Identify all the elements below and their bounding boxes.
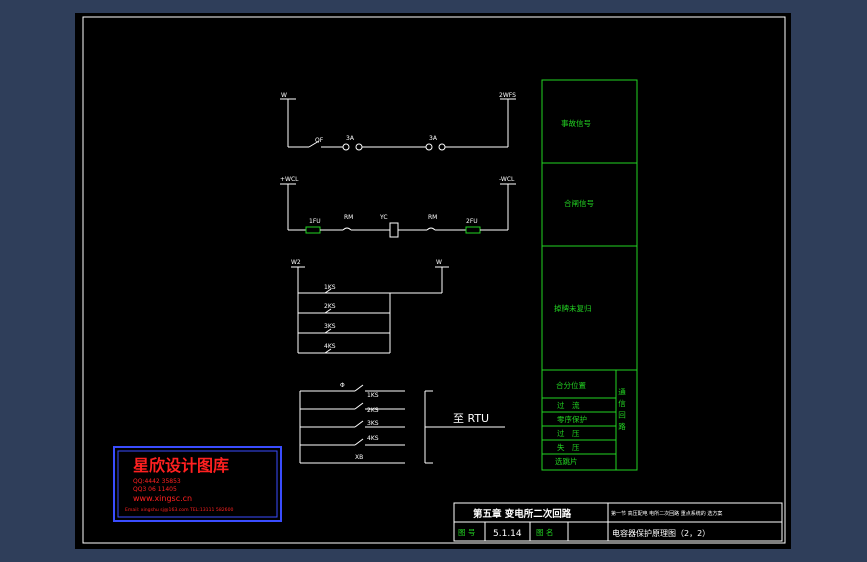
drawing-sheet[interactable]: W 2WFS QF 3A 3A +WCL -WCL 1FU RM YC RM 2… <box>75 13 791 549</box>
fuse-left <box>305 226 321 234</box>
fuse-label: 1FU <box>309 218 321 225</box>
legend-sub-item: 过 流 <box>557 400 580 410</box>
watermark-email: Email: xingshu sj@163.com TEL:13111 5826… <box>125 507 234 513</box>
circuit-1: W 2WFS QF 3A 3A <box>280 92 516 151</box>
contact-label: 2KS <box>367 407 379 414</box>
drawing-name-label: 图 名 <box>536 527 553 537</box>
legend-item: 合闸信号 <box>564 198 594 208</box>
contact-label: RM <box>428 214 437 221</box>
rtu-label: 至 RTU <box>453 412 489 425</box>
bus-label: 2WFS <box>499 92 516 99</box>
contact-label: 3KS <box>367 420 379 427</box>
chapter-title: 第五章 变电所二次回路 <box>473 508 572 520</box>
legend-item: 事故信号 <box>561 118 591 128</box>
watermark-line: QQ:4442 35853 <box>133 478 181 485</box>
watermark-title: 星欣设计图库 <box>133 456 229 475</box>
cad-viewport[interactable]: W 2WFS QF 3A 3A +WCL -WCL 1FU RM YC RM 2… <box>0 0 867 562</box>
fuse-label: 3A <box>346 135 355 142</box>
bus-label: W <box>281 92 287 99</box>
contact-label: RM <box>344 214 353 221</box>
legend-item: 合分位置 <box>556 380 586 390</box>
contact-label: 4KS <box>367 435 379 442</box>
bus-label: W2 <box>291 259 301 266</box>
terminal-2 <box>355 143 363 151</box>
bus-label: +WCL <box>280 176 299 183</box>
drawing-no-label: 图 号 <box>458 528 475 537</box>
contact-label: 2KS <box>324 303 336 310</box>
contact-label: 4KS <box>324 343 336 350</box>
contact-label: 3KS <box>324 323 336 330</box>
contact-left <box>342 227 352 231</box>
fuse-label: 2FU <box>466 218 478 225</box>
bus-label: -WCL <box>499 176 515 183</box>
watermark: 星欣设计图库 QQ:4442 35853 QQ3 06 11405 www.xi… <box>113 446 282 522</box>
legend-sub-item: 选跳片 <box>555 456 578 466</box>
bus-label: W <box>436 259 442 266</box>
terminal-4 <box>438 143 446 151</box>
breaker-label: QF <box>315 137 324 144</box>
circuit-3: W2 W 1KS 2KS 3KS 4KS <box>291 259 449 354</box>
watermark-website: www.xingsc.cn <box>133 494 192 503</box>
section-title: 第一节 高压配电 电所二次回路 重点系统的 选方案 <box>611 510 722 517</box>
closing-coil <box>389 222 399 238</box>
watermark-line: QQ3 06 11405 <box>133 486 177 493</box>
legend-sub-item: 过 压 <box>557 428 580 438</box>
legend-item: 掉牌未复归 <box>554 303 592 313</box>
legend-group-label: 通信回路 <box>617 387 626 434</box>
legend-sub-item: 零序保护 <box>557 414 587 424</box>
contact-right <box>426 227 436 231</box>
legend-table: 事故信号 合闸信号 掉牌未复归 合分位置 过 流 零序保护 过 压 失 压 选跳… <box>541 79 638 471</box>
drawing-no: 5.1.14 <box>493 529 522 539</box>
contact-label: 1KS <box>324 284 336 291</box>
schematic-canvas: W 2WFS QF 3A 3A +WCL -WCL 1FU RM YC RM 2… <box>82 16 786 544</box>
coil-label: YC <box>379 214 388 221</box>
fuse-label: 3A <box>429 135 438 142</box>
title-block: 第五章 变电所二次回路 第一节 高压配电 电所二次回路 重点系统的 选方案 图 … <box>453 502 783 542</box>
phase-label: Φ <box>340 382 345 389</box>
circuit-2: +WCL -WCL 1FU RM YC RM 2FU <box>280 176 516 238</box>
terminal-1 <box>342 143 350 151</box>
contact-label: 1KS <box>367 392 379 399</box>
terminal-3 <box>425 143 433 151</box>
legend-sub-item: 失 压 <box>557 442 580 452</box>
drawing-name: 电容器保护原理图（2，2） <box>612 528 710 538</box>
circuit-4: Φ 1KS 2KS 3KS 4KS XB 至 RTU <box>299 382 505 464</box>
contact-label: XB <box>355 454 363 461</box>
fuse-right <box>465 226 481 234</box>
